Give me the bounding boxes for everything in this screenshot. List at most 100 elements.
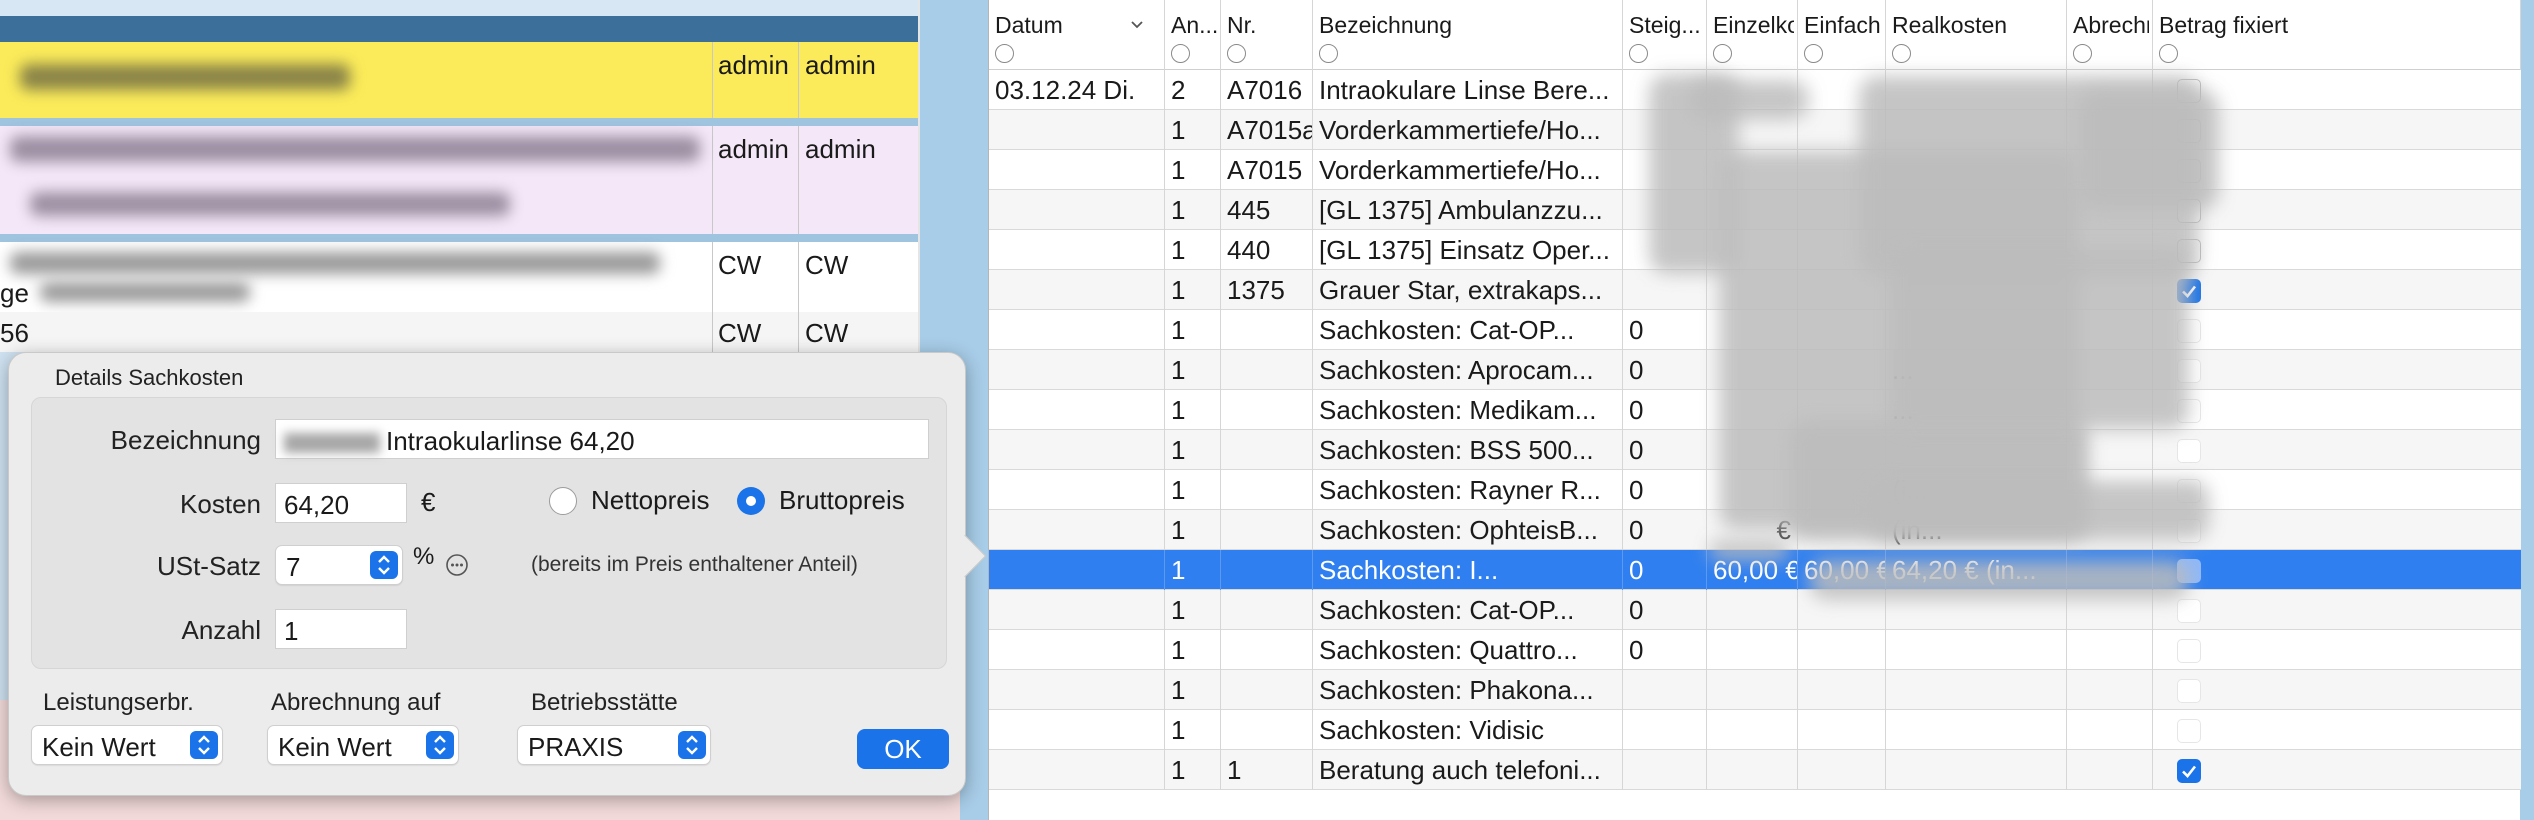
- ok-button[interactable]: OK: [857, 729, 949, 769]
- ust-satz-combobox[interactable]: 7: [275, 545, 403, 585]
- table-row[interactable]: 1 Sachkosten: Phakona...: [989, 670, 2521, 710]
- ust-hint-text: (bereits im Preis enthaltener Anteil): [531, 553, 858, 576]
- table-cell-anzahl: 1: [1165, 310, 1221, 350]
- column-filter-icon[interactable]: [1319, 44, 1338, 63]
- table-cell-datum: [989, 190, 1165, 230]
- list-cell-user: admin: [718, 50, 789, 80]
- list-row[interactable]: admin admin: [0, 126, 920, 234]
- table-cell-steig: 0: [1623, 590, 1707, 630]
- table-cell-nr: [1221, 310, 1313, 350]
- column-filter-icon[interactable]: [995, 44, 1014, 63]
- bruttopreis-label[interactable]: Bruttopreis: [779, 485, 905, 516]
- anzahl-field[interactable]: 1: [275, 609, 407, 649]
- table-cell-bezeichnung: Sachkosten: Phakona...: [1313, 670, 1623, 710]
- table-cell-einzelkosten: [1707, 630, 1798, 670]
- table-cell-nr: [1221, 350, 1313, 390]
- table-cell-bezeichnung: Sachkosten: OphteisB...: [1313, 510, 1623, 550]
- column-filter-icon[interactable]: [2159, 44, 2178, 63]
- table-cell-bezeichnung: [GL 1375] Ambulanzzu...: [1313, 190, 1623, 230]
- abrechnung-auf-popup[interactable]: Kein Wert: [267, 725, 459, 765]
- table-cell-datum: [989, 630, 1165, 670]
- bezeichnung-field[interactable]: Intraokularlinse 64,20: [275, 419, 929, 459]
- table-row[interactable]: 1 Sachkosten: Cat-OP... 0: [989, 590, 2521, 630]
- table-cell-datum: [989, 430, 1165, 470]
- kosten-field[interactable]: 64,20: [275, 483, 407, 523]
- list-row[interactable]: 56 CW CW: [0, 312, 920, 352]
- list-header-band: [0, 16, 920, 42]
- betriebsstaette-label: Betriebsstätte: [531, 689, 678, 716]
- table-cell-nr: [1221, 710, 1313, 750]
- percent-unit: %: [413, 543, 435, 570]
- table-cell-anzahl: 1: [1165, 710, 1221, 750]
- column-header-bezeichnung[interactable]: Bezeichnung: [1313, 0, 1623, 70]
- column-filter-icon[interactable]: [1892, 44, 1911, 63]
- table-cell-einfachkosten: [1798, 630, 1886, 670]
- column-filter-icon[interactable]: [1171, 44, 1190, 63]
- column-header-label: Einzelkosten: [1713, 12, 1794, 38]
- table-cell-bezeichnung: Sachkosten: Quattro...: [1313, 630, 1623, 670]
- redacted-area: [1689, 80, 1809, 120]
- table-cell-realkosten: [1886, 710, 2067, 750]
- column-header-anzahl[interactable]: An...: [1165, 0, 1221, 70]
- nettopreis-radio[interactable]: [549, 487, 577, 515]
- table-cell-bezeichnung: Grauer Star, extrakaps...: [1313, 270, 1623, 310]
- betrag-fixiert-checkbox[interactable]: [2177, 679, 2201, 703]
- column-filter-icon[interactable]: [1629, 44, 1648, 63]
- list-cell-user: admin: [805, 134, 876, 164]
- table-cell-datum: [989, 470, 1165, 510]
- list-row[interactable]: admin admin: [0, 42, 920, 118]
- betrag-fixiert-checkbox[interactable]: [2177, 759, 2201, 783]
- column-header-realkosten[interactable]: Realkosten: [1886, 0, 2067, 70]
- chevron-updown-icon[interactable]: [370, 551, 398, 579]
- betrag-fixiert-checkbox[interactable]: [2177, 639, 2201, 663]
- table-cell-nr: 445: [1221, 190, 1313, 230]
- kosten-label: Kosten: [180, 489, 261, 519]
- table-cell-anzahl: 1: [1165, 390, 1221, 430]
- table-cell-datum: [989, 230, 1165, 270]
- table-cell-bezeichnung: Sachkosten: I...: [1313, 550, 1623, 590]
- table-cell-anzahl: 1: [1165, 190, 1221, 230]
- table-cell-bezeichnung: Sachkosten: Medikam...: [1313, 390, 1623, 430]
- popover-arrow: [943, 534, 987, 578]
- table-cell-einzelkosten: [1707, 750, 1798, 790]
- column-header-datum[interactable]: Datum: [989, 0, 1165, 70]
- betrag-fixiert-checkbox[interactable]: [2177, 599, 2201, 623]
- column-header-steig[interactable]: Steig...: [1623, 0, 1707, 70]
- table-cell-nr: 1: [1221, 750, 1313, 790]
- betriebsstaette-popup[interactable]: PRAXIS: [517, 725, 711, 765]
- column-filter-icon[interactable]: [1713, 44, 1732, 63]
- chevron-updown-icon[interactable]: [678, 731, 706, 759]
- table-cell-bezeichnung: Vorderkammertiefe/Ho...: [1313, 150, 1623, 190]
- chevron-updown-icon[interactable]: [190, 731, 218, 759]
- leistungserbr-popup[interactable]: Kein Wert: [31, 725, 223, 765]
- table-cell-anzahl: 1: [1165, 550, 1221, 590]
- redacted-text: [30, 192, 510, 216]
- betrag-fixiert-checkbox[interactable]: [2177, 719, 2201, 743]
- table-row[interactable]: 1 1 Beratung auch telefoni...: [989, 750, 2521, 790]
- column-header-nr[interactable]: Nr.: [1221, 0, 1313, 70]
- column-header-label: Einfachkos...: [1804, 12, 1882, 38]
- column-header-abrechnen[interactable]: Abrechne...: [2067, 0, 2153, 70]
- list-row[interactable]: ge CW CW: [0, 242, 920, 312]
- column-filter-icon[interactable]: [1804, 44, 1823, 63]
- column-header-einfachkosten[interactable]: Einfachkos...: [1798, 0, 1886, 70]
- table-row[interactable]: 1 Sachkosten: Quattro... 0: [989, 630, 2521, 670]
- nettopreis-label[interactable]: Nettopreis: [591, 485, 710, 516]
- column-header-einzelkosten[interactable]: Einzelkosten: [1707, 0, 1798, 70]
- bruttopreis-radio[interactable]: [737, 487, 765, 515]
- table-cell-nr: [1221, 550, 1313, 590]
- betrag-fixiert-checkbox[interactable]: [2177, 439, 2201, 463]
- column-filter-icon[interactable]: [2073, 44, 2092, 63]
- more-options-icon[interactable]: [445, 553, 469, 577]
- chevron-updown-icon[interactable]: [426, 731, 454, 759]
- table-cell-steig: [1623, 750, 1707, 790]
- sort-chevron-down-icon[interactable]: [1129, 16, 1145, 32]
- list-top-strip: [0, 0, 920, 16]
- column-header-label: Steig...: [1629, 12, 1701, 38]
- table-cell-einfachkosten: [1798, 670, 1886, 710]
- column-filter-icon[interactable]: [1227, 44, 1246, 63]
- table-row[interactable]: 1 Sachkosten: Vidisic: [989, 710, 2521, 750]
- table-cell-abrechnen: [2067, 750, 2153, 790]
- column-header-betrag-fixiert[interactable]: Betrag fixiert: [2153, 0, 2521, 70]
- table-cell-bezeichnung: Intraokulare Linse Bere...: [1313, 70, 1623, 110]
